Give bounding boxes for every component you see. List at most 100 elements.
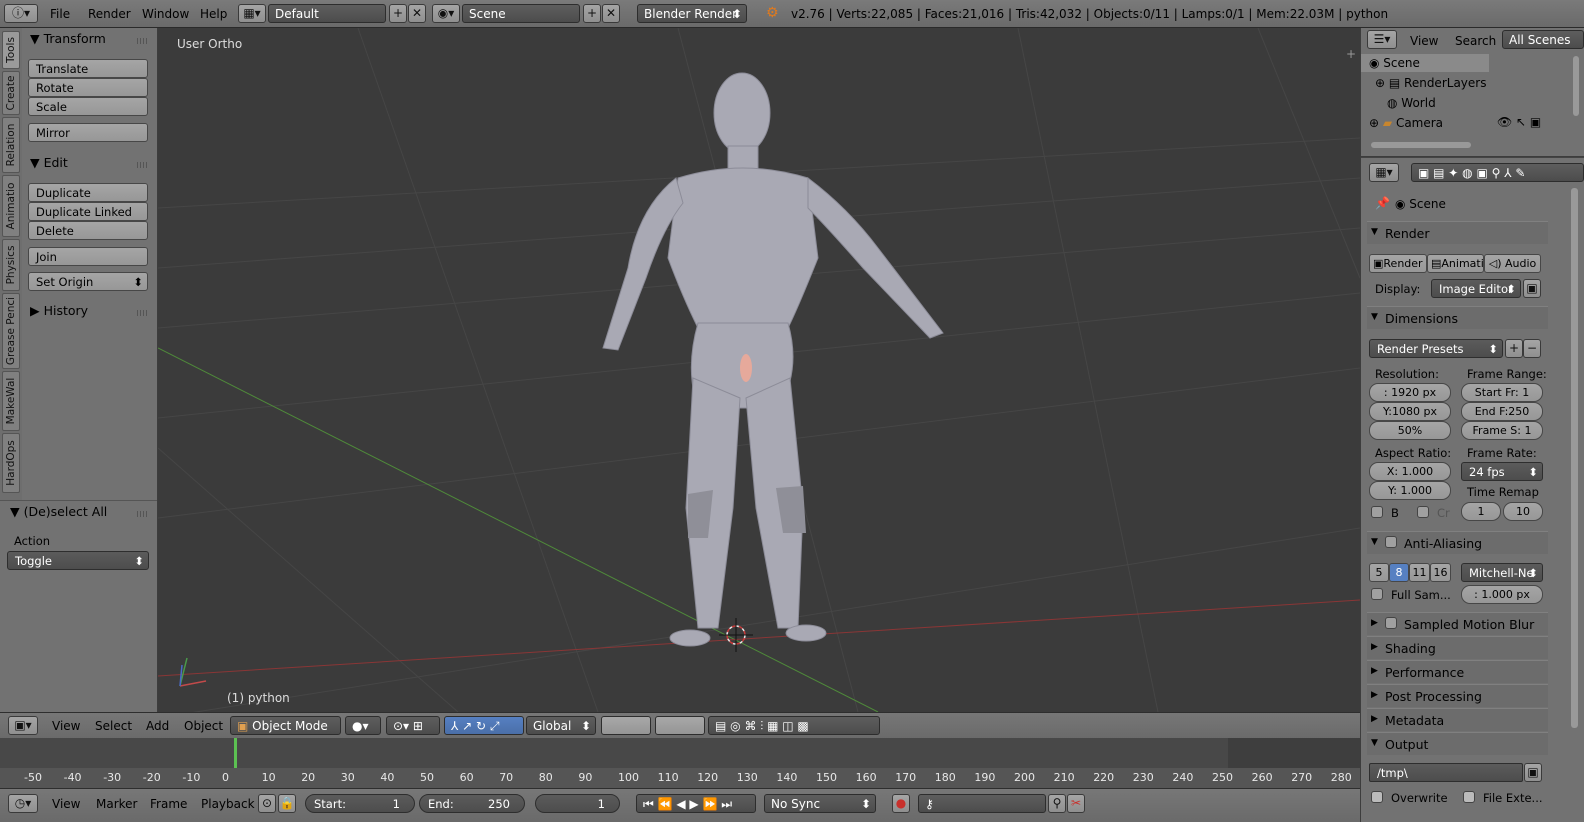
render-animation-button[interactable]: ▤Animati: [1427, 254, 1484, 273]
scale-button[interactable]: Scale: [28, 97, 148, 116]
tab-relation[interactable]: Relation: [2, 117, 20, 173]
frame-step-prop[interactable]: Frame S: 1: [1461, 421, 1543, 440]
motion-blur-checkbox[interactable]: [1385, 617, 1397, 629]
remove-layout-button[interactable]: ✕: [408, 4, 426, 23]
menu-file[interactable]: File: [50, 7, 70, 21]
metadata-panel-header[interactable]: ▶ Metadata: [1367, 708, 1548, 731]
visibility-eye-icon[interactable]: 👁 ↖ ▣: [1497, 115, 1541, 129]
tab-animation[interactable]: Animatio: [2, 175, 20, 237]
info-editor-type-button[interactable]: ⓘ▾: [4, 4, 38, 23]
filter-size-field[interactable]: : 1.000 px: [1461, 585, 1543, 604]
menu-object[interactable]: Object: [184, 719, 223, 733]
shading-dropdown[interactable]: ●▾: [345, 716, 381, 735]
end-frame-prop[interactable]: End F:250: [1461, 402, 1543, 421]
aa-samples-16[interactable]: 16: [1430, 563, 1451, 582]
start-frame-prop[interactable]: Start Fr: 1: [1461, 383, 1543, 402]
aspect-x-field[interactable]: X: 1.000: [1369, 462, 1451, 481]
duplicate-button[interactable]: Duplicate: [28, 183, 148, 202]
tab-tools[interactable]: Tools: [2, 31, 20, 69]
menu-help[interactable]: Help: [200, 7, 227, 21]
remap-old-field[interactable]: 1: [1461, 502, 1501, 521]
sync-dropdown[interactable]: No Sync ⬍: [764, 794, 876, 813]
start-frame-field[interactable]: Start: 1: [305, 794, 415, 813]
layers-group-1[interactable]: [601, 716, 651, 735]
performance-panel-header[interactable]: ▶ Performance: [1367, 660, 1548, 683]
rotate-button[interactable]: Rotate: [28, 78, 148, 97]
keying-set-field[interactable]: ⚷: [918, 794, 1046, 813]
aa-samples-5[interactable]: 5: [1369, 563, 1389, 582]
character-mesh[interactable]: [602, 72, 944, 647]
lock-interface-icon[interactable]: ▣: [1523, 279, 1541, 298]
editor-type-outliner-icon[interactable]: ☰▾: [1367, 30, 1397, 49]
menu-frame[interactable]: Frame: [150, 797, 187, 811]
3d-cursor-icon[interactable]: [719, 618, 753, 652]
resolution-x-field[interactable]: : 1920 px: [1369, 383, 1451, 402]
properties-scrollbar[interactable]: [1571, 188, 1578, 728]
join-button[interactable]: Join: [28, 247, 148, 266]
tab-physics[interactable]: Physics: [2, 239, 20, 291]
screen-layout-icon[interactable]: ▦▾: [238, 4, 266, 23]
record-icon[interactable]: ●: [892, 794, 910, 813]
menu-select[interactable]: Select: [95, 719, 132, 733]
menu-playback[interactable]: Playback: [201, 797, 255, 811]
render-presets-dropdown[interactable]: Render Presets ⬍: [1369, 339, 1503, 358]
panel-grip-icon[interactable]: [137, 511, 149, 517]
manipulator-toggles[interactable]: ⅄ ↗ ↻ ⤢: [444, 716, 524, 735]
duplicate-linked-button[interactable]: Duplicate Linked: [28, 202, 148, 221]
editor-type-3d-icon[interactable]: ▣▾: [8, 716, 38, 735]
current-frame-field[interactable]: 1: [535, 794, 620, 813]
fps-dropdown[interactable]: 24 fps ⬍: [1461, 462, 1543, 481]
outliner-menu-search[interactable]: Search: [1455, 34, 1496, 48]
folder-browse-icon[interactable]: ▣: [1524, 763, 1542, 782]
add-preset-icon[interactable]: +: [1505, 339, 1523, 358]
display-mode-dropdown[interactable]: All Scenes: [1502, 30, 1584, 49]
delete-keyframe-icon[interactable]: ✂: [1067, 794, 1085, 813]
transform-header[interactable]: ▼ Transform: [30, 31, 106, 46]
orientation-dropdown[interactable]: Global ⬍: [526, 716, 596, 735]
editor-type-timeline-icon[interactable]: ◷▾: [8, 794, 38, 813]
edit-header[interactable]: ▼ Edit: [30, 155, 68, 170]
translate-button[interactable]: Translate: [28, 59, 148, 78]
properties-context-tabs[interactable]: ▣ ▤ ✦ ◍ ▣ ⚲ ⅄ ✎: [1411, 163, 1584, 182]
file-extensions-checkbox[interactable]: [1463, 791, 1475, 803]
dimensions-panel-header[interactable]: ▼ Dimensions: [1367, 306, 1548, 329]
scene-field[interactable]: Scene: [462, 4, 580, 23]
render-panel-header[interactable]: ▼ Render: [1367, 221, 1548, 244]
pivot-dropdown[interactable]: ⊙▾ ⊞: [386, 716, 440, 735]
motion-blur-panel-header[interactable]: ▶ Sampled Motion Blur: [1367, 612, 1548, 635]
tab-create[interactable]: Create: [2, 71, 20, 115]
crop-checkbox[interactable]: [1417, 506, 1429, 518]
output-panel-header[interactable]: ▼ Output: [1367, 732, 1548, 755]
lock-icon[interactable]: 🔒: [278, 794, 296, 813]
tab-hardops[interactable]: HardOps: [2, 433, 20, 493]
menu-render[interactable]: Render: [88, 7, 131, 21]
delete-button[interactable]: Delete: [28, 221, 148, 240]
border-checkbox[interactable]: [1371, 506, 1383, 518]
anti-aliasing-checkbox[interactable]: [1385, 536, 1397, 548]
menu-window[interactable]: Window: [142, 7, 189, 21]
3d-viewport[interactable]: + User Ortho (1) python: [158, 28, 1360, 712]
outliner-scrollbar[interactable]: [1573, 56, 1579, 116]
current-frame-marker[interactable]: [234, 738, 237, 772]
aspect-y-field[interactable]: Y: 1.000: [1369, 481, 1451, 500]
anti-aliasing-panel-header[interactable]: ▼ Anti-Aliasing: [1367, 531, 1548, 554]
keying-set-icon[interactable]: ⊙: [258, 794, 276, 813]
set-origin-dropdown[interactable]: Set Origin ⬍: [28, 272, 148, 291]
pin-icon[interactable]: 📌: [1375, 196, 1390, 210]
output-path-field[interactable]: /tmp\: [1369, 763, 1523, 782]
operator-title[interactable]: ▼ (De)select All: [10, 504, 107, 519]
history-header[interactable]: ▶ History: [30, 303, 88, 318]
panel-grip-icon[interactable]: [137, 310, 149, 316]
outliner-renderlayers-item[interactable]: ⊕ ▤ RenderLayers: [1375, 76, 1486, 90]
menu-marker[interactable]: Marker: [96, 797, 137, 811]
remove-preset-icon[interactable]: −: [1523, 339, 1541, 358]
post-processing-panel-header[interactable]: ▶ Post Processing: [1367, 684, 1548, 707]
resolution-y-field[interactable]: Y:1080 px: [1369, 402, 1451, 421]
menu-view[interactable]: View: [52, 719, 80, 733]
menu-view-timeline[interactable]: View: [52, 797, 80, 811]
add-scene-button[interactable]: +: [583, 4, 601, 23]
aa-samples-11[interactable]: 11: [1409, 563, 1430, 582]
outliner-hscrollbar[interactable]: [1371, 142, 1471, 148]
render-image-button[interactable]: ▣Render: [1369, 254, 1427, 273]
outliner-scene-item[interactable]: ◉ Scene: [1369, 56, 1420, 70]
